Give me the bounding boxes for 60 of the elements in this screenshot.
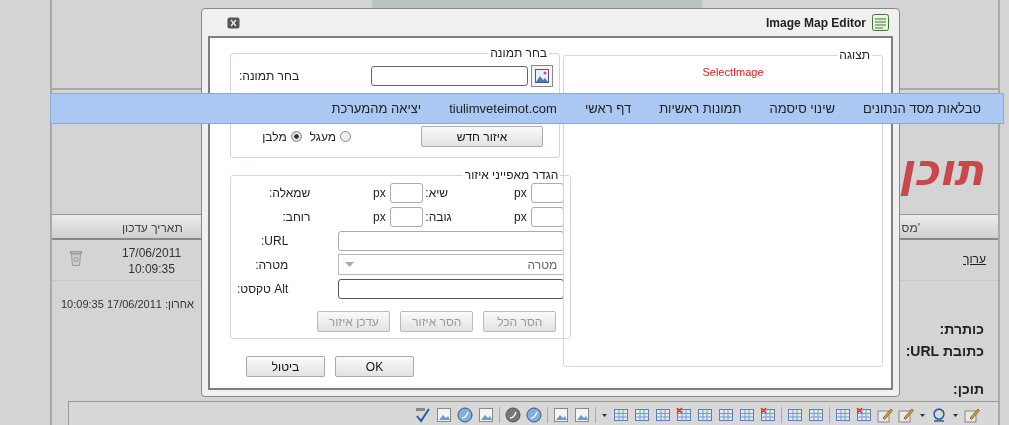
field-label: מטרה: — [255, 257, 289, 272]
column-header[interactable]: תאריך עדכון — [122, 221, 183, 235]
cancel-button[interactable]: ביטול — [246, 356, 325, 377]
close-icon[interactable] — [227, 16, 240, 29]
radio-label[interactable]: מעגל — [309, 129, 336, 144]
field-label: שיא: — [425, 185, 450, 200]
globe-icon[interactable] — [457, 407, 473, 423]
trash-icon[interactable] — [70, 251, 82, 266]
dialog-title: Image Map Editor — [766, 15, 866, 30]
field-label: גובה: — [425, 209, 453, 224]
panel-legend: בחר תמונה — [488, 46, 549, 60]
field-label: תוכן: — [952, 381, 984, 397]
radio-button[interactable] — [290, 131, 302, 142]
image-icon[interactable] — [436, 407, 452, 423]
panel-legend: הגדר מאפייני איזור — [462, 168, 561, 182]
nav-link[interactable]: טבלאות מסד הנתונים — [863, 101, 981, 116]
new-area-button[interactable]: איזור חדש — [421, 126, 543, 147]
field-label: שמאלה: — [267, 185, 312, 200]
coordinate-field[interactable] — [390, 206, 424, 227]
unit-label: px — [371, 185, 387, 200]
field-label: כותרת: — [938, 321, 984, 337]
coordinate-field[interactable] — [390, 182, 424, 203]
target-dropdown[interactable]: מטרה — [338, 254, 565, 275]
coordinate-field[interactable] — [531, 182, 565, 203]
field-label: Alt טקסט: — [237, 281, 289, 296]
field-label: בחר תמונה: — [239, 69, 300, 83]
panel-legend: תצוגה — [837, 48, 872, 62]
unit-label: px — [371, 209, 387, 224]
unit-label: px — [512, 185, 528, 200]
table-icon[interactable] — [835, 407, 851, 423]
omega-icon[interactable] — [931, 407, 947, 423]
select-image-message: SelectImage — [701, 66, 765, 78]
browse-image-button[interactable] — [531, 65, 553, 87]
nav-link[interactable]: תמונות ראשיות — [659, 101, 742, 116]
nav-link[interactable]: tiulimveteimot.com — [449, 101, 557, 116]
url-field[interactable] — [338, 230, 565, 251]
alt-text-field[interactable] — [338, 278, 565, 299]
radio-label[interactable]: מלבן — [262, 129, 287, 144]
coordinate-field[interactable] — [531, 206, 565, 227]
field-label: URL: — [260, 233, 289, 248]
image-icon — [535, 69, 549, 83]
table-icon[interactable] — [613, 407, 629, 423]
page-heading: תוכן — [898, 143, 984, 195]
field-label: כתובת URL: — [905, 343, 984, 359]
last-updated-text: אחרון: 17/06/2011 10:09:35 — [61, 298, 194, 312]
nav-link[interactable]: שינוי סיסמה — [769, 101, 836, 116]
field-label: רוחב: — [281, 209, 312, 224]
table-cell: 17/06/2011 10:09:35 — [122, 245, 182, 277]
dropdown-arrow-icon — [345, 261, 355, 268]
spellcheck-icon[interactable] — [415, 407, 431, 423]
column-header[interactable]: מס' — [901, 221, 920, 235]
radio-button[interactable] — [340, 131, 351, 142]
table-delete-icon[interactable] — [856, 407, 872, 423]
nav-link[interactable]: יציאה מהמערכת — [331, 101, 422, 116]
ok-button[interactable]: OK — [335, 356, 414, 377]
nav-link[interactable]: דף ראשי — [584, 101, 632, 116]
unit-label: px — [512, 209, 528, 224]
image-path-field[interactable] — [371, 66, 528, 86]
edit-link[interactable]: ערוך — [963, 252, 986, 266]
image-icon[interactable] — [478, 407, 494, 423]
